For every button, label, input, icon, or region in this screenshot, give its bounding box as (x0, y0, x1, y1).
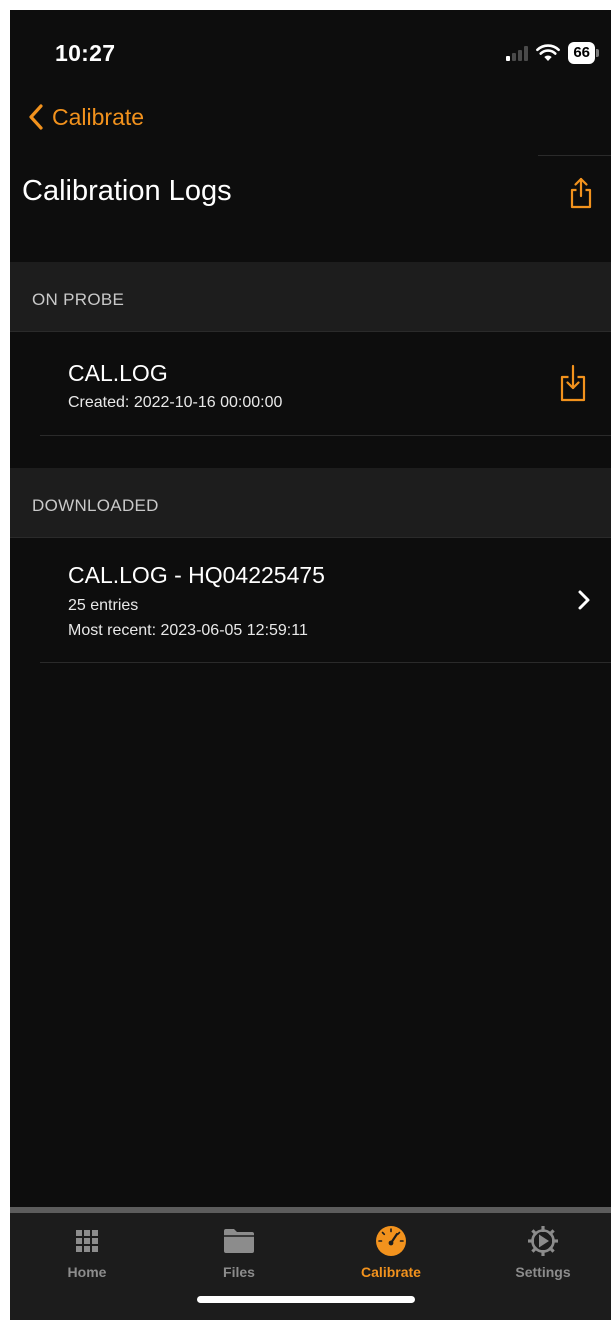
tab-files[interactable]: Files (164, 1213, 314, 1288)
tab-label: Settings (515, 1264, 571, 1280)
gauge-icon (376, 1226, 406, 1256)
list-item-on-probe-cal-log[interactable]: CAL.LOG Created: 2022-10-16 00:00:00 (10, 333, 611, 435)
back-button[interactable]: Calibrate (28, 100, 144, 134)
section-header-label: ON PROBE (32, 290, 125, 309)
chevron-left-icon (29, 104, 43, 130)
section-header-on-probe: ON PROBE (10, 262, 611, 332)
grid-icon (76, 1230, 98, 1252)
row-divider (40, 435, 611, 436)
share-icon (570, 177, 592, 209)
back-button-label: Calibrate (52, 103, 145, 130)
download-button[interactable] (559, 363, 587, 403)
row-most-recent: Most recent: 2023-06-05 12:59:11 (68, 622, 308, 639)
battery-level: 66 (568, 42, 595, 64)
tab-settings[interactable]: Settings (468, 1213, 611, 1288)
status-time: 10:27 (55, 40, 116, 66)
status-icons: 66 (506, 40, 599, 66)
row-created: Created: 2022-10-16 00:00:00 (68, 394, 283, 411)
tab-calibrate[interactable]: Calibrate (316, 1213, 466, 1288)
gear-icon (528, 1226, 558, 1256)
cellular-signal-icon (506, 45, 529, 61)
list-item-downloaded-cal-log[interactable]: CAL.LOG - HQ04225475 25 entries Most rec… (10, 539, 611, 662)
tab-bar: Home Files Calibrate Settings (10, 1213, 611, 1320)
status-bar: 10:27 66 (10, 10, 611, 86)
section-header-downloaded: DOWNLOADED (10, 468, 611, 538)
download-icon (560, 364, 586, 402)
app-screen: 10:27 66 Calibrate Calibration Logs ON P… (10, 10, 611, 1320)
section-header-label: DOWNLOADED (32, 496, 159, 515)
row-entries: 25 entries (68, 597, 139, 614)
folder-icon (224, 1229, 254, 1253)
chevron-right-icon (578, 590, 590, 610)
wifi-icon (536, 44, 561, 61)
row-title: CAL.LOG - HQ04225475 (68, 562, 325, 588)
home-indicator[interactable] (197, 1296, 415, 1303)
tab-home[interactable]: Home (12, 1213, 162, 1288)
row-title: CAL.LOG (68, 360, 168, 386)
tab-label: Calibrate (361, 1264, 421, 1280)
battery-icon: 66 (568, 42, 599, 64)
tab-label: Home (67, 1264, 107, 1280)
tab-label: Files (223, 1264, 255, 1280)
divider (538, 155, 611, 156)
share-button[interactable] (567, 176, 595, 210)
page-title: Calibration Logs (22, 175, 232, 207)
row-divider (40, 662, 611, 663)
